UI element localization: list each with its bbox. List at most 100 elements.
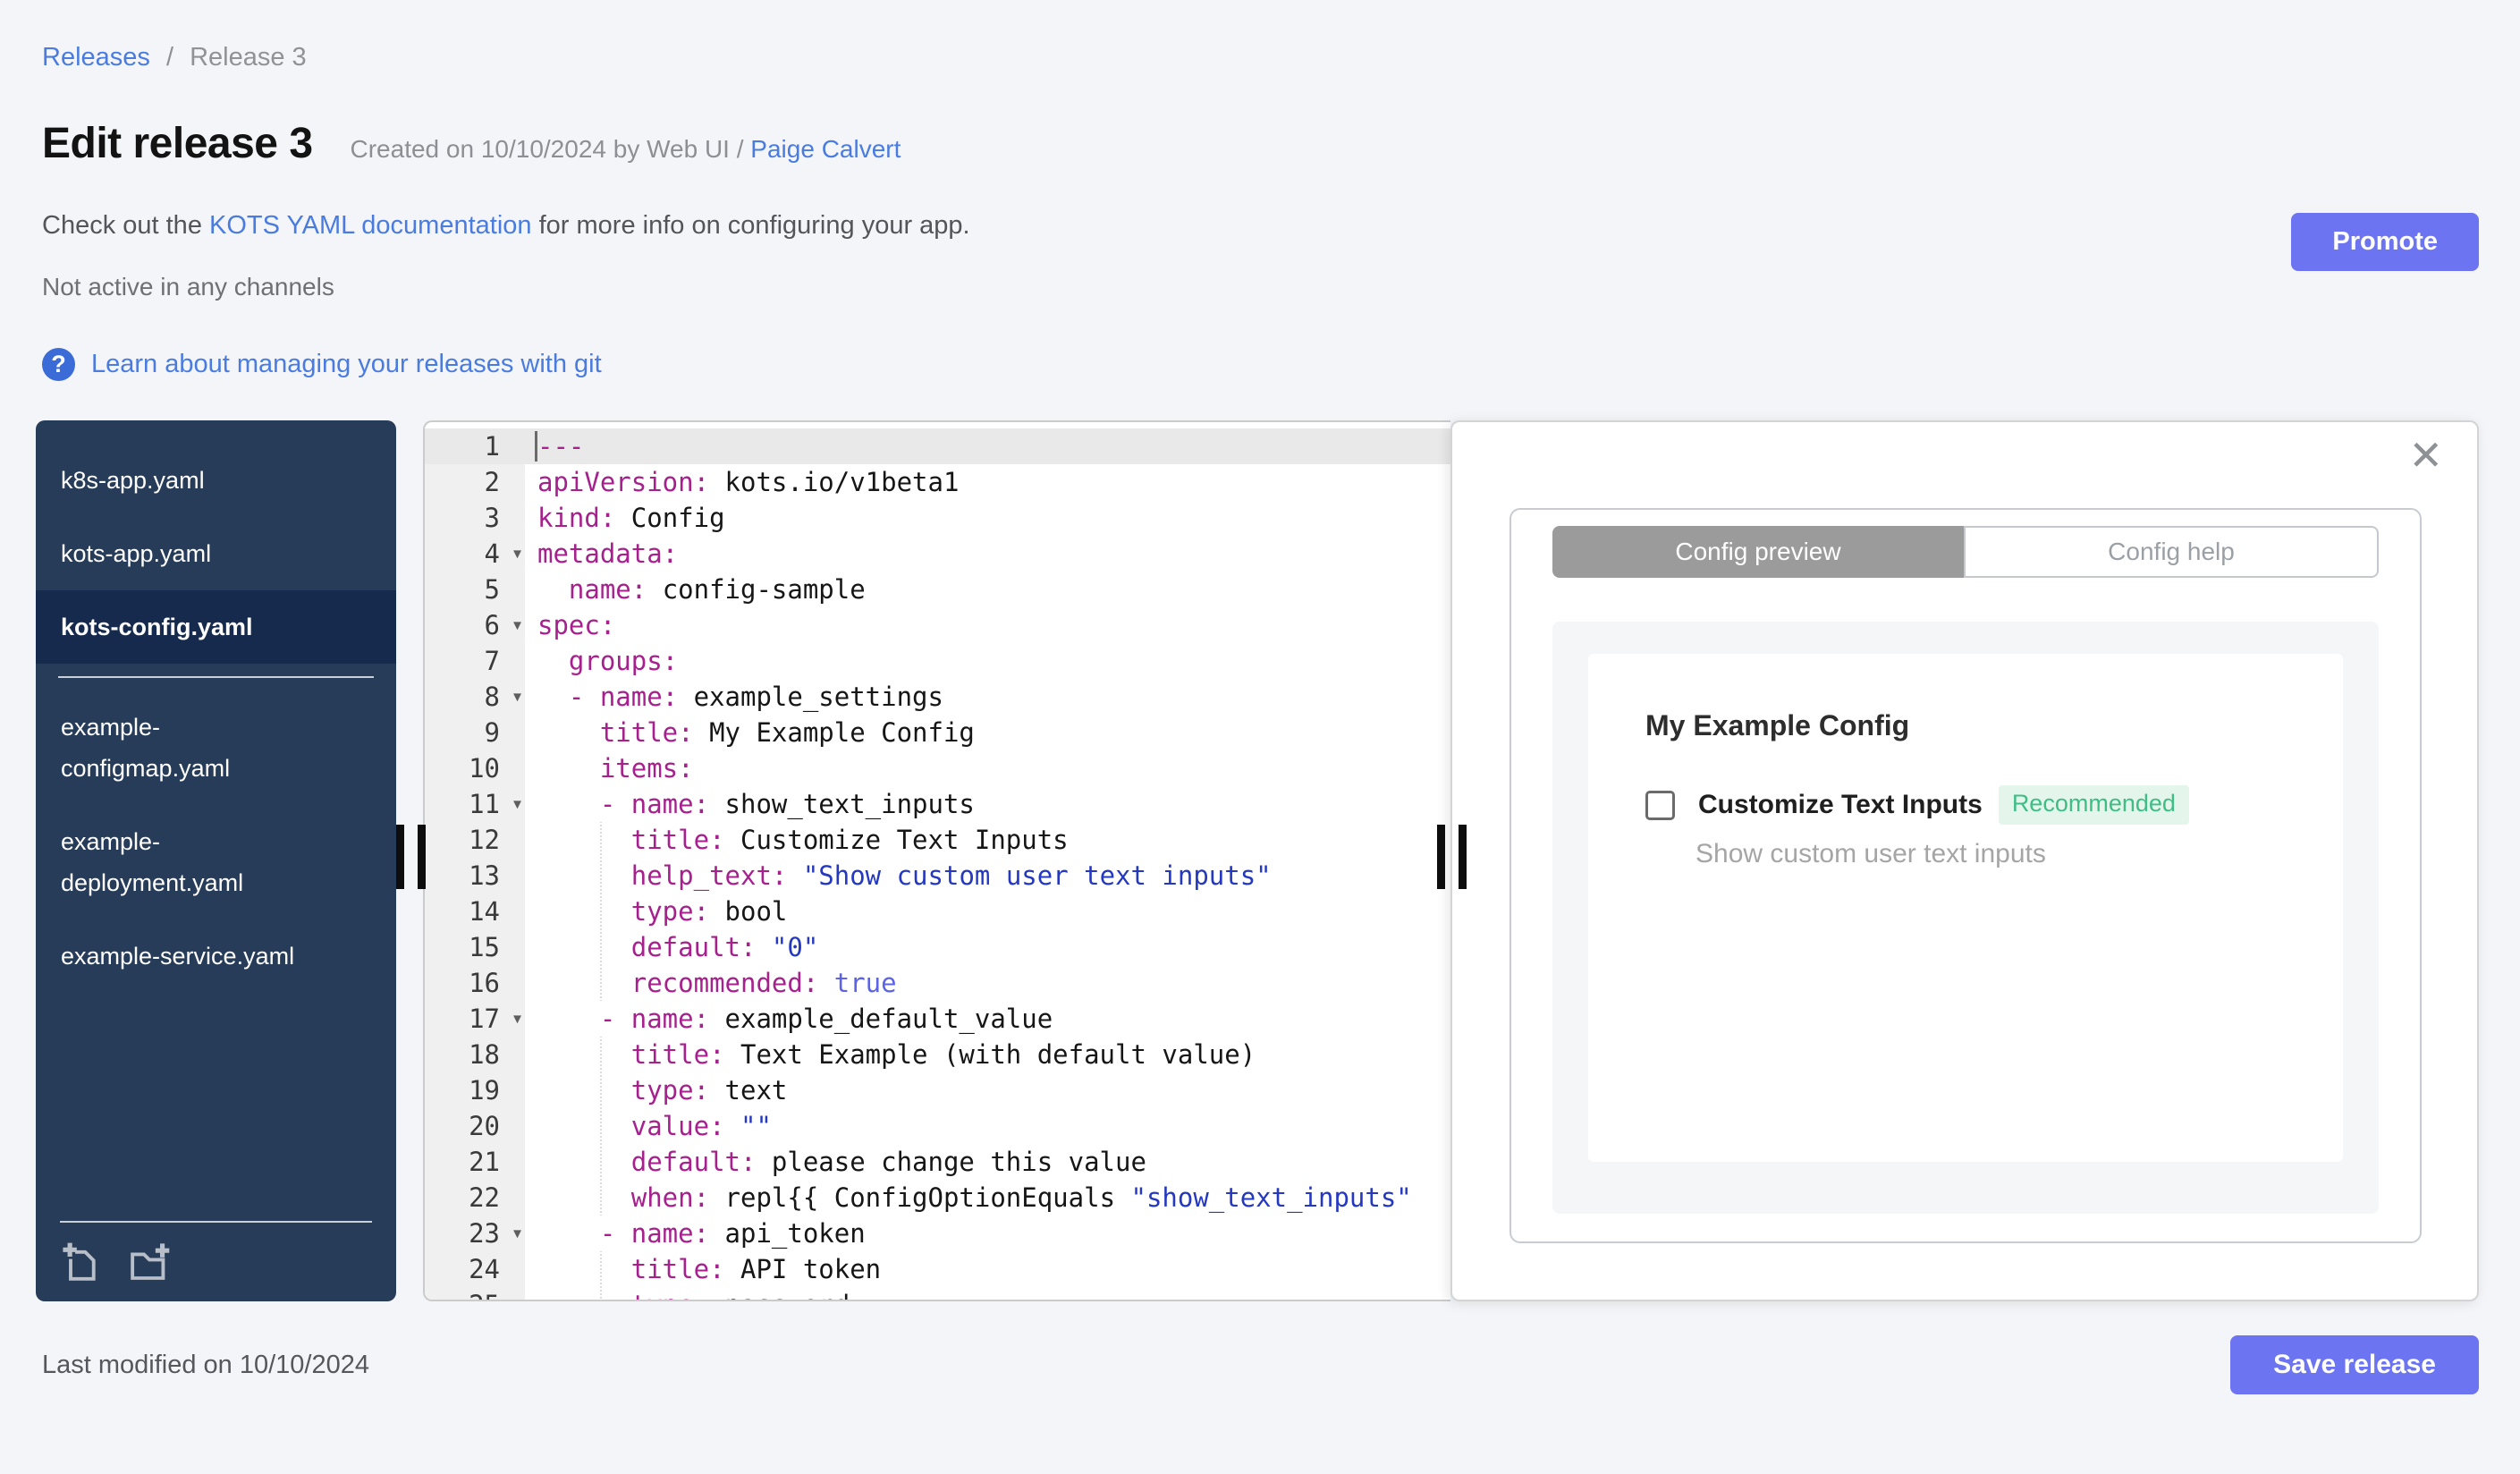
gutter-line-number: 4 ▾: [425, 536, 525, 572]
release-workspace: k8s-app.yaml kots-app.yaml kots-config.yam…: [36, 420, 2479, 1301]
fold-arrow-icon[interactable]: ▾: [513, 545, 521, 563]
code-text[interactable]: default: "0": [525, 929, 1450, 965]
code-line-11[interactable]: 11 ▾ - name: show_text_inputs: [425, 786, 1450, 822]
code-text[interactable]: - name: api_token: [525, 1216, 1450, 1251]
sidebar-file-kots-app.yaml[interactable]: kots-app.yaml: [36, 517, 396, 590]
yaml-editor[interactable]: 1 --- 2 apiVersion: kots.io/v1beta1 3 kind: C…: [423, 420, 1450, 1301]
config-item-row: Customize Text Inputs Recommended: [1645, 785, 2286, 825]
code-text[interactable]: recommended: true: [525, 965, 1450, 1001]
tab-config-help[interactable]: Config help: [1964, 526, 2379, 578]
code-text[interactable]: value: "": [525, 1108, 1450, 1144]
code-line-6[interactable]: 6 ▾ spec:: [425, 607, 1450, 643]
code-text[interactable]: type: password: [525, 1287, 1450, 1300]
preview-tabs: Config preview Config help: [1552, 526, 2379, 578]
save-release-button[interactable]: Save release: [2230, 1335, 2479, 1394]
code-text[interactable]: default: please change this value: [525, 1144, 1450, 1180]
code-text[interactable]: metadata:: [525, 536, 1450, 572]
code-line-17[interactable]: 17 ▾ - name: example_default_value: [425, 1001, 1450, 1037]
gutter-line-number: 19: [425, 1072, 525, 1108]
code-line-13[interactable]: 13 help_text: "Show custom user text inp…: [425, 858, 1450, 894]
code-text[interactable]: type: text: [525, 1072, 1450, 1108]
docs-line-after: for more info on configuring your app.: [531, 211, 970, 240]
code-line-1[interactable]: 1 ---: [425, 428, 1450, 464]
promote-button[interactable]: Promote: [2291, 213, 2479, 271]
fold-arrow-icon[interactable]: ▾: [513, 688, 521, 707]
customize-text-inputs-checkbox[interactable]: [1645, 790, 1675, 820]
code-text[interactable]: title: My Example Config: [525, 715, 1450, 750]
code-line-15[interactable]: 15 default: "0": [425, 929, 1450, 965]
code-line-8[interactable]: 8 ▾ - name: example_settings: [425, 679, 1450, 715]
breadcrumb-releases-link[interactable]: Releases: [42, 43, 150, 72]
code-line-2[interactable]: 2 apiVersion: kots.io/v1beta1: [425, 464, 1450, 500]
preview-card: Config preview Config help My Example Con…: [1509, 508, 2422, 1243]
code-line-12[interactable]: 12 title: Customize Text Inputs: [425, 822, 1450, 858]
code-text[interactable]: - name: show_text_inputs: [525, 786, 1450, 822]
new-folder-button[interactable]: [128, 1241, 171, 1283]
code-text[interactable]: title: API token: [525, 1251, 1450, 1287]
config-group-title: My Example Config: [1645, 709, 1910, 741]
code-text[interactable]: - name: example_settings: [525, 679, 1450, 715]
sidebar-file-k8s-app.yaml[interactable]: k8s-app.yaml: [36, 444, 396, 517]
config-item-label: Customize Text Inputs: [1698, 790, 1983, 819]
code-line-19[interactable]: 19 type: text: [425, 1072, 1450, 1108]
code-line-4[interactable]: 4 ▾ metadata:: [425, 536, 1450, 572]
kots-docs-link[interactable]: KOTS YAML documentation: [209, 211, 532, 240]
code-line-7[interactable]: 7 groups:: [425, 643, 1450, 679]
code-line-5[interactable]: 5 name: config-sample: [425, 572, 1450, 607]
code-line-3[interactable]: 3 kind: Config: [425, 500, 1450, 536]
tab-config-preview[interactable]: Config preview: [1552, 526, 1964, 578]
code-line-22[interactable]: 22 when: repl{{ ConfigOptionEquals "show…: [425, 1180, 1450, 1216]
code-text[interactable]: kind: Config: [525, 500, 1450, 536]
question-icon: ?: [42, 348, 75, 381]
sidebar-file-example-configmap.yaml[interactable]: example- configmap.yaml: [36, 690, 396, 805]
sidebar-file-example-deployment.yaml[interactable]: example- deployment.yaml: [36, 805, 396, 919]
code-line-25[interactable]: 25 type: password: [425, 1287, 1450, 1300]
code-text[interactable]: title: Text Example (with default value): [525, 1037, 1450, 1072]
code-text[interactable]: ---: [525, 428, 1450, 464]
fold-arrow-icon[interactable]: ▾: [513, 1224, 521, 1243]
code-text[interactable]: groups:: [525, 643, 1450, 679]
code-line-20[interactable]: 20 value: "": [425, 1108, 1450, 1144]
code-line-23[interactable]: 23 ▾ - name: api_token: [425, 1216, 1450, 1251]
code-line-24[interactable]: 24 title: API token: [425, 1251, 1450, 1287]
fold-arrow-icon[interactable]: ▾: [513, 1010, 521, 1029]
code-text[interactable]: spec:: [525, 607, 1450, 643]
code-text[interactable]: apiVersion: kots.io/v1beta1: [525, 464, 1450, 500]
code-text[interactable]: help_text: "Show custom user text inputs…: [525, 858, 1450, 894]
code-text[interactable]: name: config-sample: [525, 572, 1450, 607]
recommended-badge: Recommended: [1998, 785, 2189, 825]
sidebar-file-example-service.yaml[interactable]: example-service.yaml: [36, 919, 396, 993]
code-text[interactable]: when: repl{{ ConfigOptionEquals "show_te…: [525, 1180, 1450, 1216]
last-modified: Last modified on 10/10/2024: [42, 1350, 369, 1379]
close-icon[interactable]: ✕: [2408, 431, 2443, 479]
fold-arrow-icon[interactable]: ▾: [513, 795, 521, 814]
author-link[interactable]: Paige Calvert: [750, 135, 901, 163]
code-text[interactable]: items:: [525, 750, 1450, 786]
code-line-14[interactable]: 14 type: bool: [425, 894, 1450, 929]
created-text: Created on 10/10/2024 by Web UI /: [350, 135, 744, 163]
code-line-21[interactable]: 21 default: please change this value: [425, 1144, 1450, 1180]
gutter-line-number: 5: [425, 572, 525, 607]
gutter-line-number: 17 ▾: [425, 1001, 525, 1037]
code-line-18[interactable]: 18 title: Text Example (with default val…: [425, 1037, 1450, 1072]
page-title: Edit release 3: [42, 120, 313, 167]
pane-resize-handle-left[interactable]: [396, 821, 428, 893]
code-text[interactable]: title: Customize Text Inputs: [525, 822, 1450, 858]
new-file-button[interactable]: [60, 1241, 103, 1283]
code-text[interactable]: - name: example_default_value: [525, 1001, 1450, 1037]
git-releases-link[interactable]: Learn about managing your releases with …: [91, 350, 602, 379]
gutter-line-number: 8 ▾: [425, 679, 525, 715]
code-text[interactable]: type: bool: [525, 894, 1450, 929]
code-line-16[interactable]: 16 recommended: true: [425, 965, 1450, 1001]
sidebar-file-kots-config.yaml[interactable]: kots-config.yaml: [36, 590, 396, 664]
sidebar-footer-divider: [60, 1221, 372, 1223]
gutter-line-number: 22: [425, 1180, 525, 1216]
gutter-line-number: 10: [425, 750, 525, 786]
pane-resize-handle-right[interactable]: [1437, 821, 1469, 893]
code-line-9[interactable]: 9 title: My Example Config: [425, 715, 1450, 750]
fold-arrow-icon[interactable]: ▾: [513, 616, 521, 635]
code-lines: 1 --- 2 apiVersion: kots.io/v1beta1 3 kind: C…: [425, 428, 1450, 1300]
config-item-help: Show custom user text inputs: [1696, 839, 2046, 868]
gutter-line-number: 24: [425, 1251, 525, 1287]
code-line-10[interactable]: 10 items:: [425, 750, 1450, 786]
